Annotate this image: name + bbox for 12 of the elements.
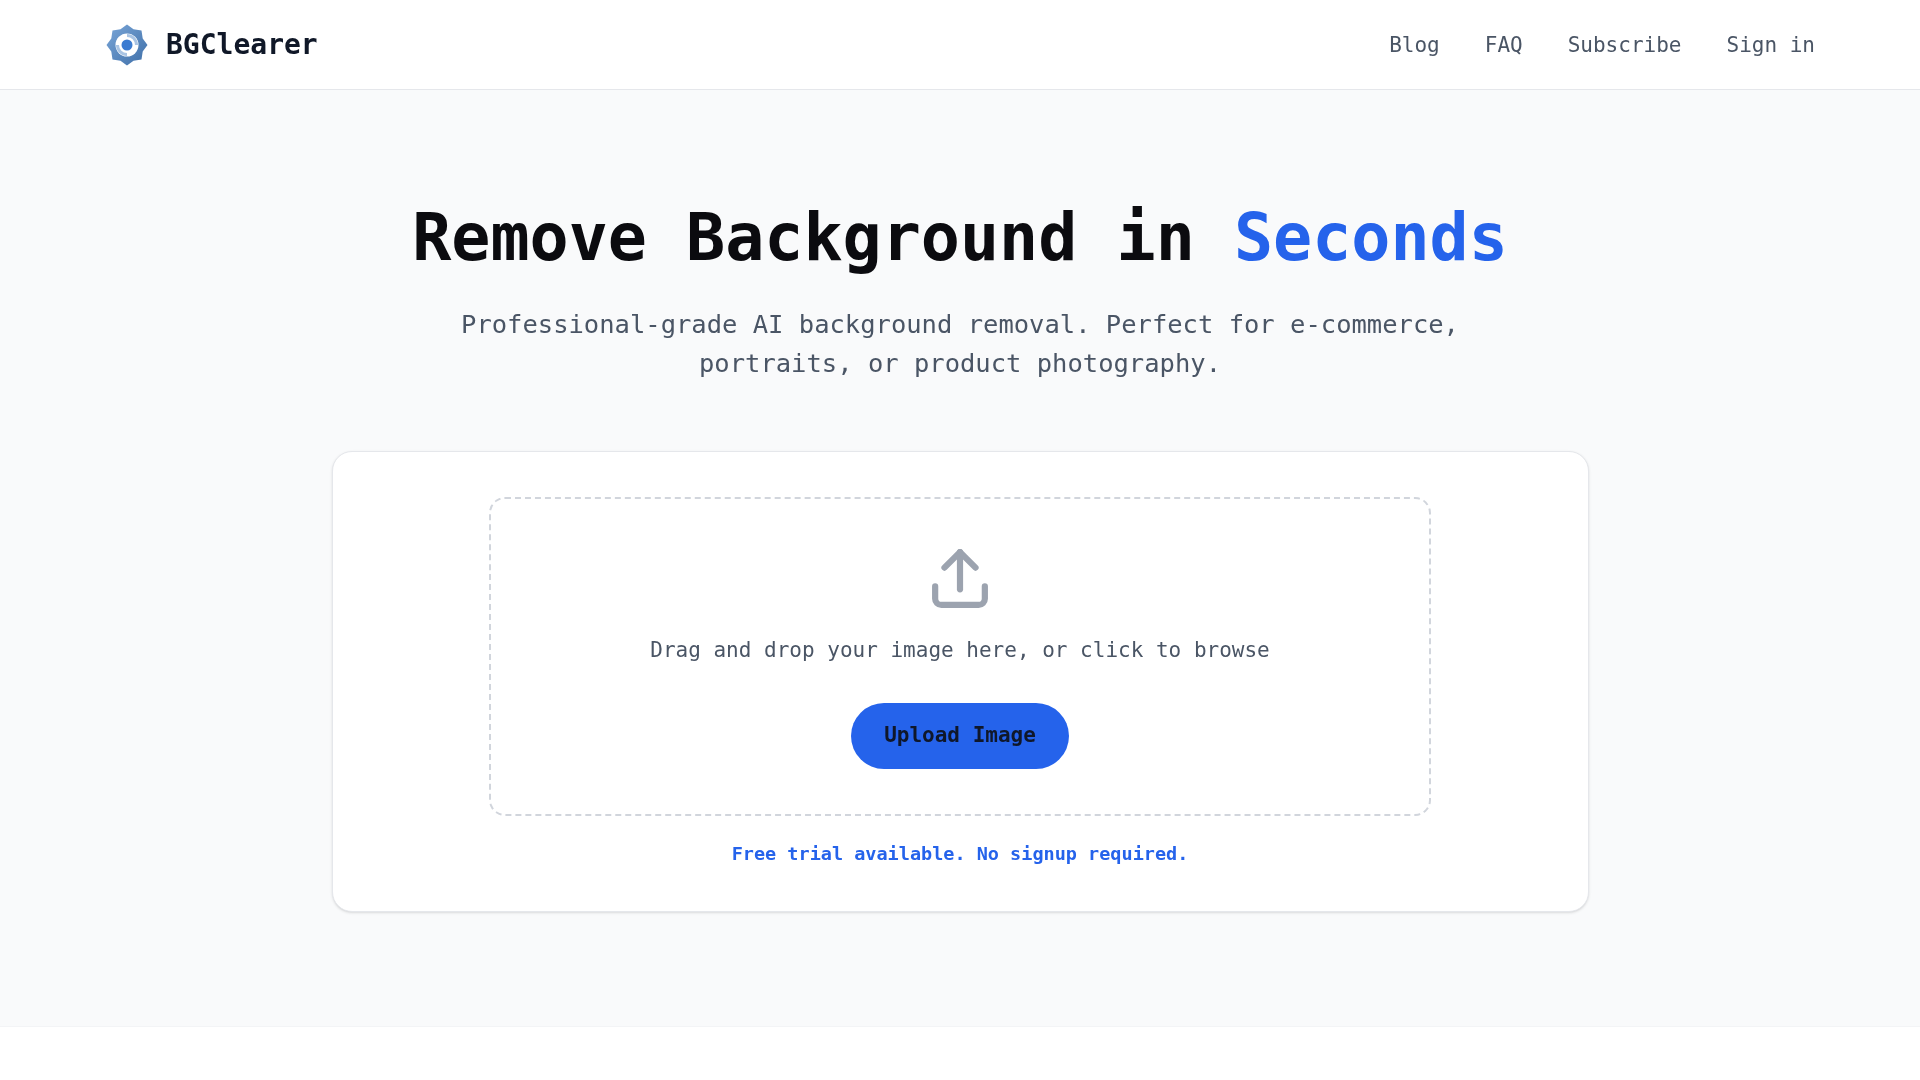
nav-link[interactable]: Subscribe	[1567, 29, 1682, 60]
nav-link[interactable]: Blog	[1389, 29, 1440, 60]
nav-link[interactable]: Sign in	[1726, 29, 1815, 60]
drop-zone[interactable]: Drag and drop your image here, or click to browse Upload Image	[489, 497, 1431, 816]
brand-name[interactable]: BGClearer	[166, 30, 318, 59]
headline: Remove Background in Seconds	[412, 199, 1508, 277]
free-trial-note: Free trial available. No signup required.	[731, 842, 1189, 866]
logo-icon	[106, 23, 148, 66]
upload-icon	[932, 549, 988, 608]
drop-prompt-text: Drag and drop your image here, or click to browse	[650, 637, 1270, 664]
subtitle-text: Professional-grade AI background removal. Perfect for e-commerce, portraits, or product photography.	[460, 308, 1460, 380]
nav-link[interactable]: FAQ	[1484, 29, 1523, 60]
